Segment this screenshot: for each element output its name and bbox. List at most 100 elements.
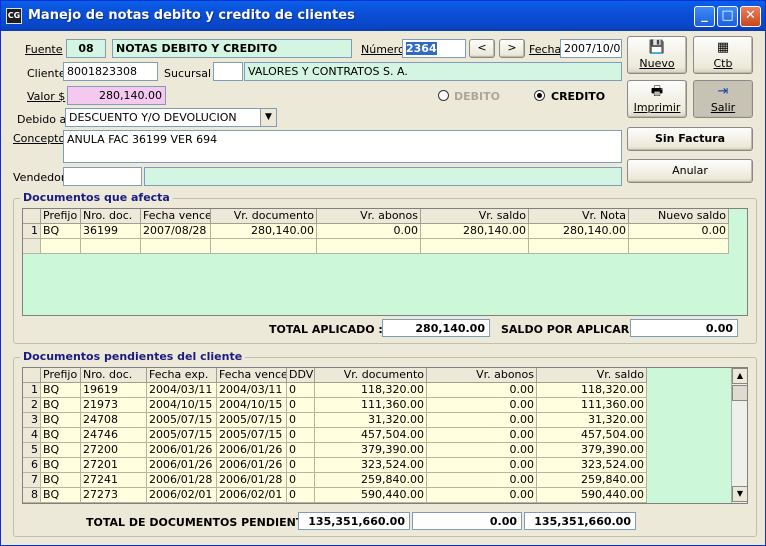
cell-fechavence[interactable]: 2006/01/26 xyxy=(217,443,287,458)
cell-ddv[interactable]: 0 xyxy=(287,413,315,428)
cell-nuevosaldo[interactable]: 0.00 xyxy=(629,224,729,239)
cell-fechavence[interactable]: 2005/07/15 xyxy=(217,413,287,428)
cell-ddv[interactable]: 0 xyxy=(287,398,315,413)
cell-vrabonos[interactable]: 0.00 xyxy=(427,428,537,443)
cell-nrodoc[interactable]: 21973 xyxy=(81,398,147,413)
table-row-empty[interactable] xyxy=(23,239,747,254)
cell-vrnota[interactable]: 280,140.00 xyxy=(529,224,629,239)
cell-vrdoc[interactable]: 118,320.00 xyxy=(315,383,427,398)
cell-empty[interactable] xyxy=(421,239,529,254)
cell-prefijo[interactable]: BQ xyxy=(41,488,81,503)
cell-nrodoc[interactable]: 24746 xyxy=(81,428,147,443)
cell-fechaexp[interactable]: 2005/07/15 xyxy=(147,413,217,428)
cliente-field[interactable]: 8001823308 xyxy=(63,62,158,81)
cell-vrsaldo[interactable]: 379,390.00 xyxy=(537,443,647,458)
prev-button[interactable]: < xyxy=(469,39,495,58)
close-button[interactable]: ✕ xyxy=(740,6,761,27)
cell-vrdoc[interactable]: 590,440.00 xyxy=(315,488,427,503)
cell-nrodoc[interactable]: 36199 xyxy=(81,224,141,239)
cell-prefijo[interactable]: BQ xyxy=(41,428,81,443)
table-row[interactable]: 2 BQ 21973 2004/10/15 2004/10/15 0 111,360.00 0… xyxy=(23,398,733,413)
next-button[interactable]: > xyxy=(499,39,525,58)
cell-vrsaldo[interactable]: 31,320.00 xyxy=(537,413,647,428)
cell-fechavence[interactable]: 2007/08/28 xyxy=(141,224,211,239)
cell-vrabonos[interactable]: 0.00 xyxy=(427,488,537,503)
anular-button[interactable]: Anular xyxy=(627,159,753,183)
table-row[interactable]: 1 BQ 19619 2004/03/11 2004/03/11 0 118,320.00 0… xyxy=(23,383,733,398)
cell-empty[interactable] xyxy=(141,239,211,254)
cell-vrabonos[interactable]: 0.00 xyxy=(317,224,421,239)
ctb-button[interactable]: ▦ Ctb xyxy=(693,36,753,74)
sin-factura-button[interactable]: Sin Factura xyxy=(627,127,753,151)
cell-vrabonos[interactable]: 0.00 xyxy=(427,383,537,398)
cell-vrdoc[interactable]: 323,524.00 xyxy=(315,458,427,473)
cell-ddv[interactable]: 0 xyxy=(287,473,315,488)
cell-vrsaldo[interactable]: 457,504.00 xyxy=(537,428,647,443)
table-row[interactable]: 1 BQ 36199 2007/08/28 280,140.00 0.00 28… xyxy=(23,224,747,239)
cell-prefijo[interactable]: BQ xyxy=(41,398,81,413)
cell-prefijo[interactable]: BQ xyxy=(41,224,81,239)
cell-vrdoc[interactable]: 379,390.00 xyxy=(315,443,427,458)
cell-fechavence[interactable]: 2004/03/11 xyxy=(217,383,287,398)
cell-nrodoc[interactable]: 27201 xyxy=(81,458,147,473)
concepto-textarea[interactable]: ANULA FAC 36199 VER 694 xyxy=(63,130,622,163)
salir-button[interactable]: ⇥ Salir xyxy=(693,80,753,118)
cell-fechavence[interactable]: 2005/07/15 xyxy=(217,428,287,443)
cell-fechavence[interactable]: 2006/01/26 xyxy=(217,458,287,473)
cell-fechaexp[interactable]: 2006/01/26 xyxy=(147,443,217,458)
cell-fechaexp[interactable]: 2006/01/26 xyxy=(147,458,217,473)
cell-ddv[interactable]: 0 xyxy=(287,383,315,398)
sucursal-field[interactable] xyxy=(213,62,243,81)
cell-ddv[interactable]: 0 xyxy=(287,488,315,503)
cell-prefijo[interactable]: BQ xyxy=(41,443,81,458)
cell-empty[interactable] xyxy=(41,239,81,254)
cell-empty[interactable] xyxy=(629,239,729,254)
minimize-button[interactable]: _ xyxy=(694,6,715,27)
cell-vrsaldo[interactable]: 280,140.00 xyxy=(421,224,529,239)
fuente-code-field[interactable]: 08 xyxy=(66,39,106,58)
cell-nrodoc[interactable]: 27273 xyxy=(81,488,147,503)
cell-vrabonos[interactable]: 0.00 xyxy=(427,473,537,488)
cell-vrabonos[interactable]: 0.00 xyxy=(427,398,537,413)
cell-empty[interactable] xyxy=(529,239,629,254)
fecha-field[interactable]: 2007/10/05 xyxy=(560,39,622,58)
cell-prefijo[interactable]: BQ xyxy=(41,413,81,428)
table-row[interactable]: 8 BQ 27273 2006/02/01 2006/02/01 0 590,440.00 0… xyxy=(23,488,733,503)
cell-fechavence[interactable]: 2004/10/15 xyxy=(217,398,287,413)
cell-vrdoc[interactable]: 457,504.00 xyxy=(315,428,427,443)
cell-nrodoc[interactable]: 24708 xyxy=(81,413,147,428)
cell-vrsaldo[interactable]: 259,840.00 xyxy=(537,473,647,488)
cell-ddv[interactable]: 0 xyxy=(287,458,315,473)
cell-prefijo[interactable]: BQ xyxy=(41,473,81,488)
vendedor-code-field[interactable] xyxy=(63,167,142,186)
cell-empty[interactable] xyxy=(211,239,317,254)
cell-vrabonos[interactable]: 0.00 xyxy=(427,413,537,428)
cell-fechavence[interactable]: 2006/01/28 xyxy=(217,473,287,488)
cell-nrodoc[interactable]: 27241 xyxy=(81,473,147,488)
cell-nrodoc[interactable]: 27200 xyxy=(81,443,147,458)
cell-vrdoc[interactable]: 259,840.00 xyxy=(315,473,427,488)
cell-vrsaldo[interactable]: 323,524.00 xyxy=(537,458,647,473)
cell-nrodoc[interactable]: 19619 xyxy=(81,383,147,398)
debido-select[interactable]: DESCUENTO Y/O DEVOLUCION ▼ xyxy=(65,108,277,127)
title-bar[interactable]: CG Manejo de notas debito y credito de c… xyxy=(1,1,765,31)
scroll-up-icon[interactable]: ▲ xyxy=(732,368,747,384)
cell-fechaexp[interactable]: 2006/01/28 xyxy=(147,473,217,488)
vertical-scrollbar[interactable]: ▲ ▼ xyxy=(731,368,747,503)
nuevo-button[interactable]: 💾 Nuevo xyxy=(627,36,687,74)
cell-vrabonos[interactable]: 0.00 xyxy=(427,443,537,458)
cell-prefijo[interactable]: BQ xyxy=(41,383,81,398)
cell-vrdoc[interactable]: 31,320.00 xyxy=(315,413,427,428)
table-row[interactable]: 4 BQ 24746 2005/07/15 2005/07/15 0 457,504.00 0… xyxy=(23,428,733,443)
table-row[interactable]: 6 BQ 27201 2006/01/26 2006/01/26 0 323,524.00 0… xyxy=(23,458,733,473)
chevron-down-icon[interactable]: ▼ xyxy=(260,109,276,126)
cell-empty[interactable] xyxy=(81,239,141,254)
cell-fechaexp[interactable]: 2006/02/01 xyxy=(147,488,217,503)
cell-fechaexp[interactable]: 2004/10/15 xyxy=(147,398,217,413)
maximize-button[interactable]: □ xyxy=(717,6,738,27)
cell-fechaexp[interactable]: 2005/07/15 xyxy=(147,428,217,443)
cell-vrsaldo[interactable]: 118,320.00 xyxy=(537,383,647,398)
numero-field[interactable]: 2364 xyxy=(402,39,466,58)
cell-vrdoc[interactable]: 280,140.00 xyxy=(211,224,317,239)
cell-vrsaldo[interactable]: 590,440.00 xyxy=(537,488,647,503)
